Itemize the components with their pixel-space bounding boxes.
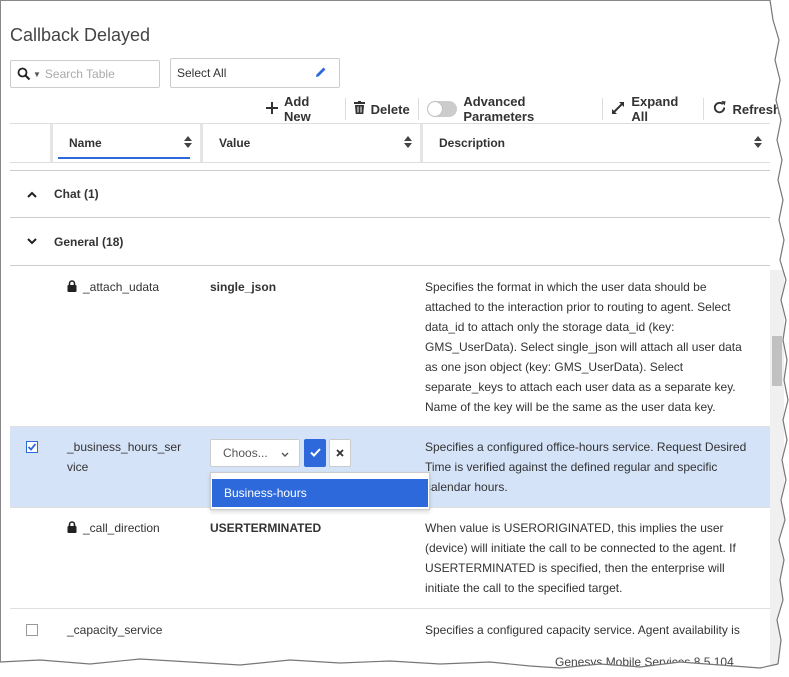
footer-version: Genesys Mobile Services 8.5.104 bbox=[555, 655, 734, 669]
table-row[interactable]: _call_direction USERTERMINATED When valu… bbox=[10, 508, 770, 609]
page-title: Callback Delayed bbox=[10, 25, 151, 45]
expand-all-button[interactable]: Expand All bbox=[603, 94, 702, 124]
chevron-down-icon bbox=[281, 446, 289, 460]
header-checkbox-column bbox=[10, 124, 50, 162]
row-description: Specifies a configured capacity service.… bbox=[425, 623, 740, 637]
value-select-text: Choos... bbox=[223, 446, 268, 460]
chevron-down-icon[interactable] bbox=[10, 238, 54, 245]
column-value-label: Value bbox=[219, 136, 251, 150]
toggle-switch[interactable] bbox=[426, 101, 458, 117]
sort-icon[interactable] bbox=[404, 135, 412, 151]
row-name: _business_hours_ser vice bbox=[67, 440, 182, 474]
search-icon[interactable] bbox=[17, 67, 31, 81]
check-icon bbox=[309, 446, 321, 460]
row-name: _attach_udata bbox=[67, 277, 187, 298]
row-description: Specifies a configured office-hours serv… bbox=[425, 440, 747, 494]
row-description: Specifies the format in which the user d… bbox=[425, 280, 742, 414]
lock-icon bbox=[67, 519, 77, 539]
column-header-description[interactable]: Description bbox=[420, 124, 770, 162]
vertical-scrollbar[interactable] bbox=[770, 270, 784, 670]
row-name: _capacity_service bbox=[67, 623, 163, 637]
add-new-button[interactable]: Add New bbox=[258, 94, 345, 124]
row-value: USERTERMINATED bbox=[210, 521, 322, 535]
sort-icon[interactable] bbox=[184, 135, 192, 151]
row-checkbox[interactable] bbox=[26, 624, 38, 636]
group-row-chat[interactable]: Chat (1) bbox=[10, 170, 770, 218]
lock-icon bbox=[67, 278, 77, 298]
refresh-button[interactable]: Refresh bbox=[704, 96, 789, 122]
scrollbar-thumb[interactable] bbox=[772, 336, 782, 386]
toolbar: Add New Delete Advanced Parameters Expan… bbox=[258, 94, 789, 124]
search-box[interactable]: ▼ bbox=[10, 60, 160, 88]
select-all-label: Select All bbox=[177, 66, 227, 80]
row-name: _call_direction bbox=[67, 518, 187, 539]
select-all-field[interactable]: Select All bbox=[170, 58, 340, 88]
row-checkbox[interactable] bbox=[26, 441, 38, 453]
chevron-down-icon[interactable]: ▼ bbox=[33, 70, 41, 79]
pencil-icon[interactable] bbox=[315, 66, 327, 81]
close-icon bbox=[336, 446, 344, 460]
advanced-parameters-label: Advanced Parameters bbox=[463, 94, 535, 124]
search-input[interactable] bbox=[44, 67, 145, 81]
expand-icon bbox=[611, 101, 625, 118]
column-name-label: Name bbox=[69, 136, 102, 150]
value-dropdown: Business-hours bbox=[210, 472, 430, 510]
group-label: General (18) bbox=[54, 234, 124, 249]
delete-button[interactable]: Delete bbox=[346, 96, 418, 122]
confirm-button[interactable] bbox=[304, 439, 326, 467]
chevron-up-icon[interactable] bbox=[10, 191, 54, 198]
refresh-icon bbox=[712, 100, 727, 118]
column-description-label: Description bbox=[439, 136, 506, 150]
table-header: Name Value Description bbox=[10, 123, 770, 163]
table-row[interactable]: _attach_udata single_json Specifies the … bbox=[10, 266, 770, 427]
value-select[interactable]: Choos... bbox=[210, 439, 300, 467]
column-header-value[interactable]: Value bbox=[200, 124, 420, 162]
page: Callback Delayed ▼ Select All Add New De… bbox=[0, 0, 789, 677]
sort-icon[interactable] bbox=[754, 135, 762, 151]
refresh-label: Refresh bbox=[732, 101, 781, 117]
row-value: single_json bbox=[210, 280, 277, 294]
group-row-general[interactable]: General (18) bbox=[10, 218, 770, 266]
add-new-label: Add New bbox=[284, 94, 311, 124]
advanced-parameters-toggle[interactable]: Advanced Parameters bbox=[419, 94, 603, 124]
row-name-text: _call_direction bbox=[83, 521, 160, 535]
trash-icon bbox=[353, 101, 365, 117]
group-label: Chat (1) bbox=[54, 187, 99, 201]
row-description: When value is USERORIGINATED, this impli… bbox=[425, 521, 736, 595]
dropdown-option[interactable]: Business-hours bbox=[212, 479, 428, 507]
column-header-name[interactable]: Name bbox=[50, 124, 200, 162]
delete-label: Delete bbox=[370, 101, 410, 117]
cancel-button[interactable] bbox=[329, 439, 351, 467]
expand-all-label: Expand All bbox=[631, 94, 679, 124]
plus-icon bbox=[266, 101, 278, 117]
row-name-text: _attach_udata bbox=[83, 280, 160, 294]
